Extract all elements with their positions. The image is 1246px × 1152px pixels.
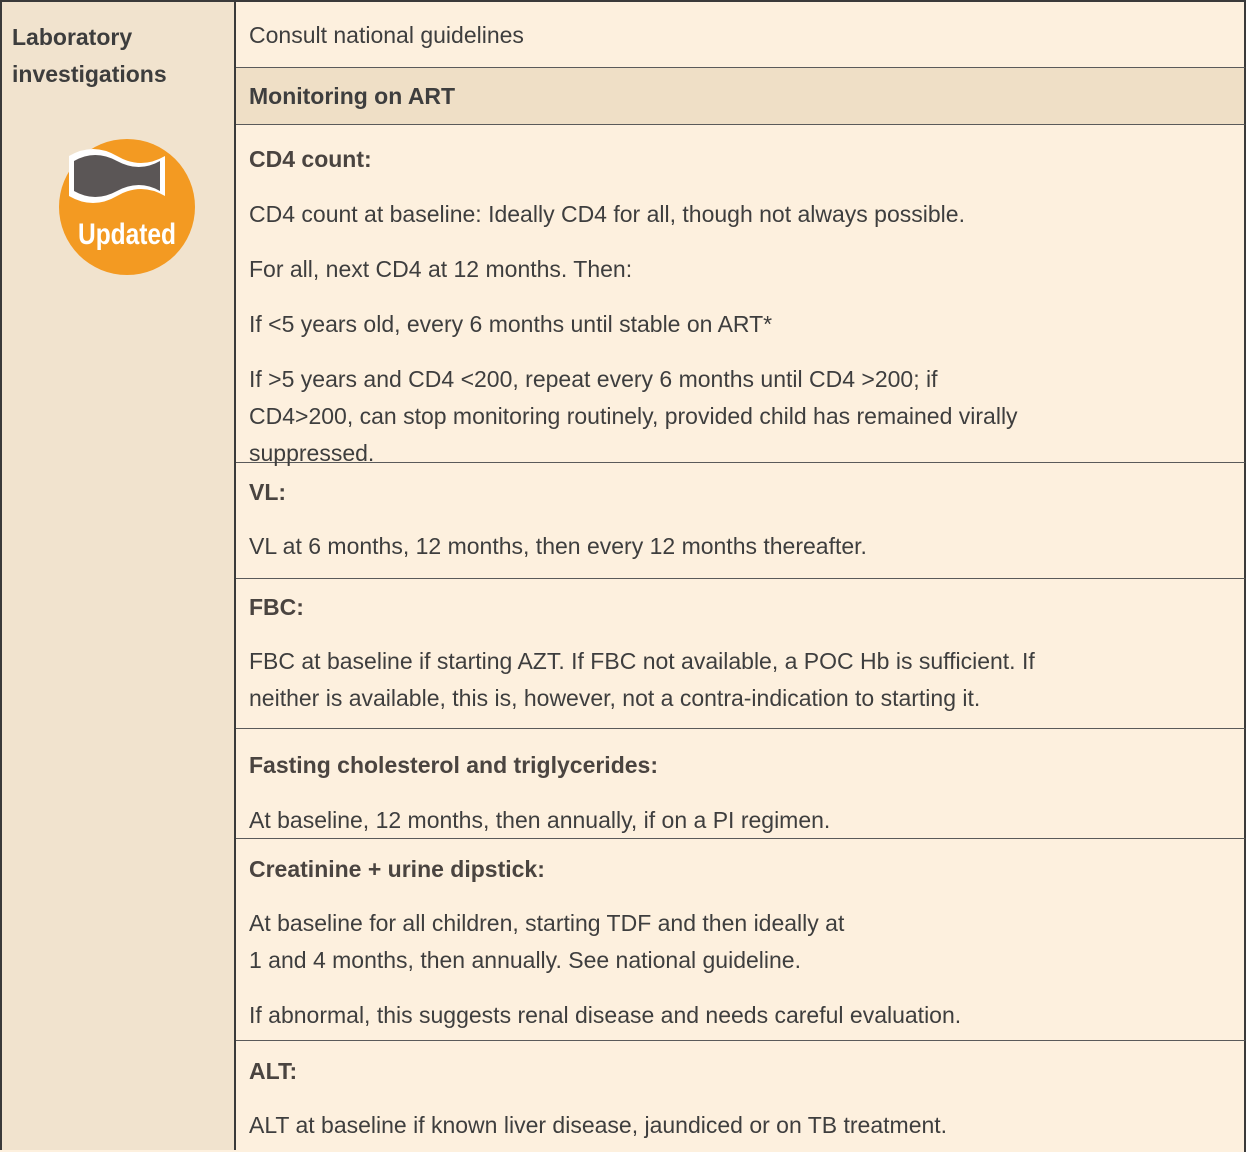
section-label-line1: Laboratory <box>12 24 133 50</box>
badge-text: Updated <box>78 218 176 251</box>
cd4-line-3: If <5 years old, every 6 months until st… <box>249 311 773 337</box>
fbc-line-1a: FBC at baseline if starting AZT. If FBC … <box>249 648 1035 674</box>
section-label: Laboratory investigations <box>12 19 232 93</box>
consult-text: Consult national guidelines <box>249 22 524 48</box>
cd4-heading: CD4 count: <box>249 146 372 172</box>
fbc-heading: FBC: <box>249 594 304 620</box>
alt-heading: ALT: <box>249 1058 298 1084</box>
section-label-line2: investigations <box>12 61 167 87</box>
creatinine-line-2: If abnormal, this suggests renal disease… <box>249 1002 962 1028</box>
right-column: Consult national guidelines Monitoring o… <box>236 0 1246 1152</box>
alt-row: ALT: ALT at baseline if known liver dise… <box>236 1041 1246 1152</box>
vl-line-1: VL at 6 months, 12 months, then every 12… <box>249 533 867 559</box>
alt-line-1: ALT at baseline if known liver disease, … <box>249 1112 948 1138</box>
cd4-line-4b: CD4>200, can stop monitoring routinely, … <box>249 403 1018 429</box>
vl-heading: VL: <box>249 479 287 505</box>
cholesterol-row: Fasting cholesterol and triglycerides: A… <box>236 729 1246 839</box>
cd4-line-4a: If >5 years and CD4 <200, repeat every 6… <box>249 366 938 392</box>
creatinine-heading: Creatinine + urine dipstick: <box>249 856 545 882</box>
consult-row: Consult national guidelines <box>236 2 1246 68</box>
monitoring-row: Monitoring on ART <box>236 68 1246 125</box>
cholesterol-heading: Fasting cholesterol and triglycerides: <box>249 752 658 778</box>
left-column: Laboratory investigations Updated <box>0 0 236 1150</box>
creatinine-line-1b: 1 and 4 months, then annually. See natio… <box>249 947 801 973</box>
cd4-row: CD4 count: CD4 count at baseline: Ideall… <box>236 125 1246 466</box>
updated-badge: Updated <box>59 139 195 275</box>
fbc-line-1b: neither is available, this is, however, … <box>249 685 981 711</box>
fbc-row: FBC: FBC at baseline if starting AZT. If… <box>236 579 1246 729</box>
cd4-line-1: CD4 count at baseline: Ideally CD4 for a… <box>249 201 965 227</box>
cholesterol-line-1: At baseline, 12 months, then annually, i… <box>249 807 831 833</box>
guideline-table: Laboratory investigations Updated Consul… <box>0 0 1246 1152</box>
vl-row: VL: VL at 6 months, 12 months, then ever… <box>236 463 1246 579</box>
monitoring-heading: Monitoring on ART <box>249 83 456 109</box>
creatinine-line-1a: At baseline for all children, starting T… <box>249 910 845 936</box>
cd4-line-2: For all, next CD4 at 12 months. Then: <box>249 256 633 282</box>
creatinine-row: Creatinine + urine dipstick: At baseline… <box>236 839 1246 1041</box>
